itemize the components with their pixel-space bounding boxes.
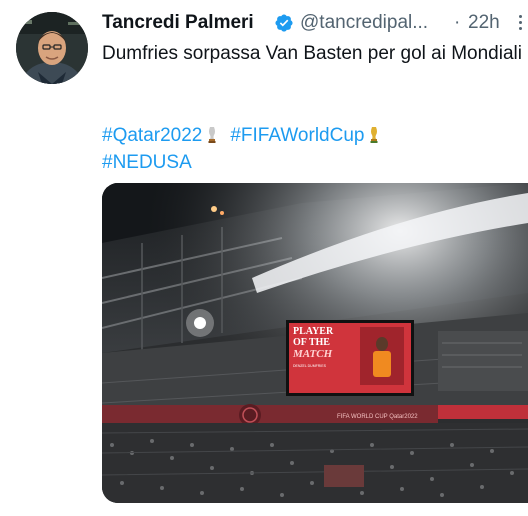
trophy-icon (370, 127, 378, 143)
tweet-timestamp[interactable]: 22h (468, 12, 500, 34)
tweet-text: Dumfries sorpassa Van Basten per gol ai … (102, 43, 522, 64)
author-name[interactable]: Tancredi Palmeri (102, 12, 254, 34)
hashtag-qatar2022[interactable]: #Qatar2022 (102, 125, 202, 146)
screen-title-line1: PLAYER (293, 326, 334, 337)
author-avatar[interactable] (16, 12, 88, 84)
tweet-media-photo[interactable]: PLAYER OF THE MATCH DENZEL DUMFRIES FIFA… (102, 183, 528, 503)
screen-player-name: DENZEL DUMFRIES (293, 364, 327, 368)
hashtag-nedusa[interactable]: #NEDUSA (102, 152, 192, 173)
screen-title-line2: OF THE (293, 337, 330, 348)
tweet-hashtags: #Qatar2022 #FIFAWorldCup #NEDUSA (102, 122, 522, 176)
trophy-icon (208, 127, 216, 143)
author-handle[interactable]: @tancredipal... (300, 12, 428, 34)
screen-title-line3: MATCH (292, 348, 333, 360)
stadium-banner-text: FIFA WORLD CUP Qatar2022 (337, 414, 418, 420)
verified-badge-icon (275, 14, 293, 32)
more-dots-icon[interactable] (514, 12, 526, 34)
tweet-header: Tancredi Palmeri @tancredipal... · 22h (102, 10, 528, 36)
separator-dot: · (454, 12, 461, 33)
hashtag-fifaworldcup[interactable]: #FIFAWorldCup (230, 125, 364, 146)
